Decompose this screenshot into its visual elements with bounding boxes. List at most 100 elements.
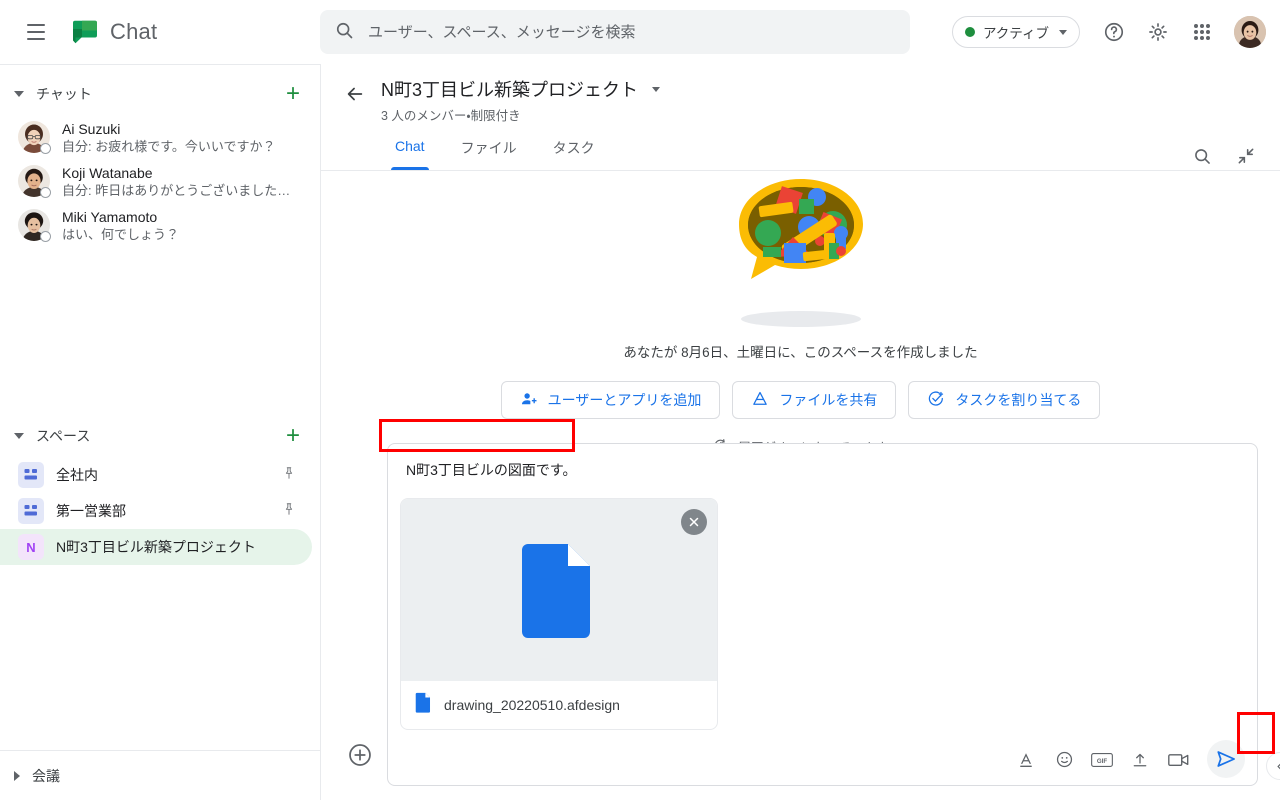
app-title: Chat [110,19,157,45]
chevron-down-icon [14,433,24,439]
help-circle-icon[interactable] [1094,12,1134,52]
search-icon[interactable] [1182,136,1222,176]
video-icon[interactable] [1163,745,1193,775]
close-icon[interactable] [681,509,707,535]
collapse-arrows-icon[interactable] [1226,136,1266,176]
message-composer[interactable]: N町3丁目ビルの図面です。 [387,443,1258,786]
avatar [18,209,50,241]
illustration-shadow [741,311,861,327]
conversation-tabs: Chat ファイル タスク [381,132,1266,170]
search-bar[interactable] [320,10,910,54]
avatar [18,121,50,153]
assign-task-button[interactable]: タスクを割り当てる [908,381,1100,419]
sidebar-section-spaces-header[interactable]: スペース + [0,415,320,457]
attachment-preview [401,499,717,681]
sidebar-section-chat-header[interactable]: チャット + [0,73,320,115]
status-dot-icon [965,27,975,37]
sidebar-item-space[interactable]: 第一営業部 [0,493,312,529]
share-file-button[interactable]: ファイルを共有 [732,381,896,419]
google-chat-app: Chat アクティブ [0,0,1280,800]
top-app-bar: Chat アクティブ [0,0,1280,64]
sidebar-section-spaces-label: スペース [36,426,282,446]
tab-chat[interactable]: Chat [381,132,439,170]
send-button[interactable] [1207,740,1245,778]
google-chat-logo-icon [70,17,100,47]
search-icon [334,20,354,45]
list-item[interactable]: Ai Suzuki 自分: お疲れ様です。今いいですか？ [0,115,312,159]
hamburger-menu-icon[interactable] [12,8,60,56]
welcome-actions: ユーザーとアプリを追加 ファイルを共有 [321,381,1280,419]
sidebar-section-meetings-label: 会議 [32,766,60,786]
page-title: N町3丁目ビル新築プロジェクト [381,76,638,102]
upload-icon[interactable] [1125,745,1155,775]
list-item-snippet: 自分: お疲れ様です。今いいですか？ [62,138,296,155]
app-body: チャット + [0,64,1280,800]
space-grid-icon [18,498,44,524]
document-file-icon [520,540,598,640]
gif-icon[interactable]: GIF [1087,745,1117,775]
conversation-pane: N町3丁目ビル新築プロジェクト 3 人のメンバー・制限付き [320,64,1280,800]
sidebar: チャット + [0,64,320,800]
format-text-icon[interactable] [1011,745,1041,775]
plus-circle-icon[interactable] [343,738,377,772]
emoji-icon[interactable] [1049,745,1079,775]
list-item-snippet: 自分: 昨日はありがとうございました… [62,182,296,199]
sidebar-item-space-active[interactable]: N N町3丁目ビル新築プロジェクト [0,529,312,565]
list-item[interactable]: Miki Yamamoto はい、何でしょう？ [0,203,312,247]
status-label: アクティブ [983,22,1049,42]
tab-files[interactable]: ファイル [447,132,531,170]
sidebar-item-space[interactable]: 全社内 [0,457,312,493]
chevron-down-icon [1059,30,1067,35]
list-item-text: Ai Suzuki 自分: お疲れ様です。今いいですか？ [62,120,296,155]
list-item-snippet: はい、何でしょう？ [62,226,296,243]
apps-grid-icon[interactable] [1182,12,1222,52]
conversation-header: N町3丁目ビル新築プロジェクト 3 人のメンバー・制限付き [321,64,1280,171]
list-item-text: Koji Watanabe 自分: 昨日はありがとうございました… [62,164,296,199]
list-item-title: Ai Suzuki [62,120,296,138]
task-check-icon [927,390,945,411]
list-item-text: Miki Yamamoto はい、何でしょう？ [62,208,296,243]
add-people-and-apps-button[interactable]: ユーザーとアプリを追加 [501,381,721,419]
brand: Chat [70,17,157,47]
person-add-icon [520,390,538,411]
account-avatar[interactable] [1234,16,1266,48]
space-letter-icon: N [18,534,44,560]
pin-icon[interactable] [282,502,296,521]
sidebar-item-label: N町3丁目ビル新築プロジェクト [56,537,296,557]
back-arrow-icon[interactable] [335,74,375,114]
list-item[interactable]: Koji Watanabe 自分: 昨日はありがとうございました… [0,159,312,203]
add-people-and-apps-label: ユーザーとアプリを追加 [548,390,702,410]
drive-triangle-icon [751,390,769,411]
svg-text:GIF: GIF [1097,757,1107,764]
assign-task-label: タスクを割り当てる [955,390,1081,410]
status-chip[interactable]: アクティブ [952,16,1080,48]
attachment-file-name: drawing_20220510.afdesign [444,697,620,713]
space-created-text: あなたが 8月6日、土曜日に、このスペースを作成しました [321,341,1280,361]
sidebar-section-meetings-header[interactable]: 会議 [0,750,320,800]
space-grid-icon [18,462,44,488]
gear-icon[interactable] [1138,12,1178,52]
pin-icon[interactable] [282,466,296,485]
add-chat-button[interactable]: + [282,82,304,106]
conversation-subtitle: 3 人のメンバー・制限付き [381,105,660,124]
add-space-button[interactable]: + [282,424,304,448]
composer-area: N町3丁目ビルの図面です。 [321,443,1280,800]
space-welcome: あなたが 8月6日、土曜日に、このスペースを作成しました ユーザーとアプリを追加 [321,171,1280,471]
chevron-down-icon [14,91,24,97]
document-file-icon [415,692,432,718]
conversation-header-top: N町3丁目ビル新築プロジェクト 3 人のメンバー・制限付き [335,64,1266,124]
presence-indicator [40,143,51,154]
list-item-title: Koji Watanabe [62,164,296,182]
sidebar-item-label: 全社内 [56,465,270,485]
search-input[interactable] [368,24,896,41]
message-input[interactable]: N町3丁目ビルの図面です。 [400,456,1245,484]
tab-tasks[interactable]: タスク [539,132,609,170]
chevron-down-icon[interactable] [652,87,660,92]
sidebar-section-chat-label: チャット [36,84,282,104]
conversation-actions [1182,136,1266,176]
avatar [18,165,50,197]
conversation-title-row[interactable]: N町3丁目ビル新築プロジェクト [381,76,660,102]
chat-bubble-shapes-illustration [721,171,881,311]
conversation-titles: N町3丁目ビル新築プロジェクト 3 人のメンバー・制限付き [381,74,660,124]
topbar-actions: アクティブ [952,0,1266,64]
